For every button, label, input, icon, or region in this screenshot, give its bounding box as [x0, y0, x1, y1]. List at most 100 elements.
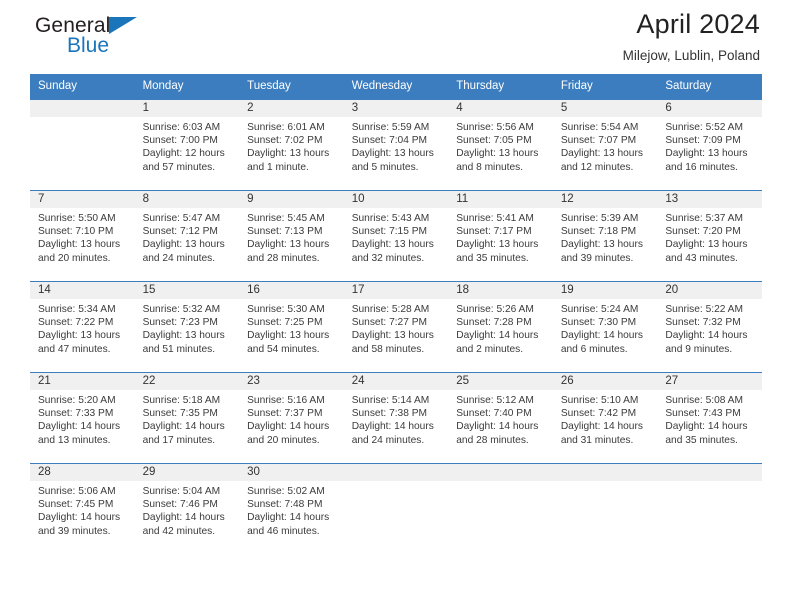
daylight-duration-line1: Daylight: 14 hours [351, 421, 434, 433]
daylight-duration-line2: and 24 minutes. [142, 252, 216, 264]
calendar-day-cell[interactable] [657, 463, 762, 548]
calendar-day-cell[interactable]: 24 Sunrise: 5:14 AM Sunset: 7:38 PM Dayligh… [343, 372, 449, 464]
day-number: 13 [657, 191, 762, 208]
day-details: Sunrise: 5:34 AM Sunset: 7:22 PM Daylight:… [30, 299, 135, 356]
daylight-duration-line1: Daylight: 13 hours [351, 239, 434, 251]
sunrise-time: Sunrise: 5:18 AM [142, 395, 221, 406]
sunrise-time: Sunrise: 5:34 AM [38, 304, 116, 315]
sunset-time: Sunset: 7:48 PM [247, 499, 323, 511]
sunset-time: Sunset: 7:13 PM [247, 226, 323, 238]
daylight-duration-line2: and 5 minutes. [351, 161, 419, 173]
sunrise-time: Sunrise: 5:54 AM [560, 122, 639, 133]
day-details: Sunrise: 5:54 AM Sunset: 7:07 PM Daylight:… [553, 117, 658, 174]
daylight-duration-line2: and 13 minutes. [38, 434, 111, 446]
calendar-day-cell[interactable] [30, 99, 135, 191]
sunset-time: Sunset: 7:12 PM [142, 226, 218, 238]
calendar-day-cell[interactable]: 2 Sunrise: 6:01 AM Sunset: 7:02 PM Daylight… [239, 99, 344, 191]
calendar-day-cell[interactable]: 10 Sunrise: 5:43 AM Sunset: 7:15 PM Dayligh… [343, 190, 449, 282]
calendar-day-cell[interactable]: 20 Sunrise: 5:22 AM Sunset: 7:32 PM Dayligh… [657, 281, 762, 373]
sunrise-time: Sunrise: 5:14 AM [351, 395, 430, 406]
calendar-day-empty [30, 100, 135, 190]
calendar-day-cell[interactable]: 18 Sunrise: 5:26 AM Sunset: 7:28 PM Dayligh… [448, 281, 553, 373]
sunset-time: Sunset: 7:33 PM [38, 408, 114, 420]
sunset-time: Sunset: 7:23 PM [142, 317, 218, 329]
calendar-day-cell[interactable] [552, 463, 658, 548]
calendar-day-cell[interactable]: 13 Sunrise: 5:37 AM Sunset: 7:20 PM Dayligh… [657, 190, 762, 282]
daylight-duration-line2: and 58 minutes. [351, 343, 425, 355]
sunrise-time: Sunrise: 5:04 AM [142, 486, 221, 497]
calendar-day-content: 10 Sunrise: 5:43 AM Sunset: 7:15 PM Dayligh… [343, 191, 449, 281]
day-number: 9 [239, 191, 344, 208]
calendar-day-cell[interactable]: 14 Sunrise: 5:34 AM Sunset: 7:22 PM Dayligh… [30, 281, 135, 373]
calendar-day-cell[interactable] [343, 463, 449, 548]
calendar-day-cell[interactable]: 12 Sunrise: 5:39 AM Sunset: 7:18 PM Dayligh… [552, 190, 658, 282]
calendar-day-cell[interactable]: 19 Sunrise: 5:24 AM Sunset: 7:30 PM Dayligh… [552, 281, 658, 373]
weekday-header-thursday: Thursday [448, 74, 553, 100]
daylight-duration-line1: Daylight: 13 hours [247, 330, 330, 342]
calendar-day-empty [448, 464, 553, 548]
day-number: 17 [343, 282, 449, 299]
page-subtitle: Milejow, Lublin, Poland [622, 48, 760, 63]
calendar-day-content: 26 Sunrise: 5:10 AM Sunset: 7:42 PM Dayligh… [552, 373, 658, 463]
calendar-day-cell[interactable]: 7 Sunrise: 5:50 AM Sunset: 7:10 PM Daylight… [30, 190, 135, 282]
sunset-time: Sunset: 7:25 PM [247, 317, 323, 329]
daylight-duration-line1: Daylight: 14 hours [38, 512, 121, 524]
calendar-day-cell[interactable]: 6 Sunrise: 5:52 AM Sunset: 7:09 PM Daylight… [657, 99, 762, 191]
daylight-duration-line1: Daylight: 13 hours [456, 239, 539, 251]
sunrise-time: Sunrise: 5:12 AM [456, 395, 534, 406]
day-details: Sunrise: 5:50 AM Sunset: 7:10 PM Daylight:… [30, 208, 135, 265]
calendar-day-cell[interactable]: 8 Sunrise: 5:47 AM Sunset: 7:12 PM Daylight… [134, 190, 240, 282]
calendar-day-cell[interactable]: 4 Sunrise: 5:56 AM Sunset: 7:05 PM Daylight… [448, 99, 553, 191]
general-blue-logo[interactable]: General Blue [35, 14, 215, 66]
day-number: 24 [343, 373, 449, 390]
calendar-day-cell[interactable]: 16 Sunrise: 5:30 AM Sunset: 7:25 PM Dayligh… [239, 281, 344, 373]
calendar-day-cell[interactable]: 26 Sunrise: 5:10 AM Sunset: 7:42 PM Dayligh… [552, 372, 658, 464]
daylight-duration-line1: Daylight: 13 hours [142, 330, 225, 342]
daylight-duration-line1: Daylight: 14 hours [456, 421, 539, 433]
day-number [343, 464, 449, 481]
calendar-day-cell[interactable]: 27 Sunrise: 5:08 AM Sunset: 7:43 PM Dayligh… [657, 372, 762, 464]
day-details: Sunrise: 5:37 AM Sunset: 7:20 PM Daylight:… [657, 208, 762, 265]
calendar-day-cell[interactable]: 1 Sunrise: 6:03 AM Sunset: 7:00 PM Daylight… [134, 99, 240, 191]
calendar-day-cell[interactable]: 3 Sunrise: 5:59 AM Sunset: 7:04 PM Daylight… [343, 99, 449, 191]
day-number: 6 [657, 100, 762, 117]
calendar-day-cell[interactable]: 9 Sunrise: 5:45 AM Sunset: 7:13 PM Daylight… [239, 190, 344, 282]
day-number: 8 [134, 191, 240, 208]
calendar-week-row: 7 Sunrise: 5:50 AM Sunset: 7:10 PM Daylight… [30, 190, 762, 282]
sunrise-time: Sunrise: 5:22 AM [665, 304, 743, 315]
sunrise-time: Sunrise: 5:43 AM [351, 213, 430, 224]
daylight-duration-line2: and 17 minutes. [142, 434, 216, 446]
day-details: Sunrise: 5:20 AM Sunset: 7:33 PM Daylight:… [30, 390, 135, 447]
calendar-day-cell[interactable]: 22 Sunrise: 5:18 AM Sunset: 7:35 PM Dayligh… [134, 372, 240, 464]
calendar-day-cell[interactable]: 5 Sunrise: 5:54 AM Sunset: 7:07 PM Daylight… [552, 99, 658, 191]
day-number: 2 [239, 100, 344, 117]
daylight-duration-line2: and 28 minutes. [247, 252, 320, 264]
calendar-day-cell[interactable]: 23 Sunrise: 5:16 AM Sunset: 7:37 PM Dayligh… [239, 372, 344, 464]
calendar-day-cell[interactable]: 17 Sunrise: 5:28 AM Sunset: 7:27 PM Dayligh… [343, 281, 449, 373]
sunrise-time: Sunrise: 5:56 AM [456, 122, 534, 133]
calendar-day-cell[interactable]: 29 Sunrise: 5:04 AM Sunset: 7:46 PM Dayligh… [134, 463, 240, 548]
day-details: Sunrise: 5:14 AM Sunset: 7:38 PM Daylight:… [344, 390, 449, 447]
calendar-day-content: 18 Sunrise: 5:26 AM Sunset: 7:28 PM Dayligh… [448, 282, 553, 372]
calendar-day-cell[interactable]: 30 Sunrise: 5:02 AM Sunset: 7:48 PM Dayligh… [239, 463, 344, 548]
day-details: Sunrise: 5:39 AM Sunset: 7:18 PM Daylight:… [553, 208, 658, 265]
calendar-day-cell[interactable] [448, 463, 553, 548]
daylight-duration-line1: Daylight: 14 hours [560, 330, 643, 342]
sunset-time: Sunset: 7:40 PM [456, 408, 532, 420]
daylight-duration-line1: Daylight: 14 hours [142, 421, 225, 433]
daylight-duration-line2: and 46 minutes. [247, 525, 320, 537]
calendar-day-content: 20 Sunrise: 5:22 AM Sunset: 7:32 PM Dayligh… [657, 282, 762, 372]
daylight-duration-line1: Daylight: 13 hours [351, 148, 434, 160]
calendar-day-cell[interactable]: 25 Sunrise: 5:12 AM Sunset: 7:40 PM Dayligh… [448, 372, 553, 464]
calendar-day-cell[interactable]: 15 Sunrise: 5:32 AM Sunset: 7:23 PM Dayligh… [134, 281, 240, 373]
calendar-day-cell[interactable]: 21 Sunrise: 5:20 AM Sunset: 7:33 PM Dayligh… [30, 372, 135, 464]
calendar-day-cell[interactable]: 11 Sunrise: 5:41 AM Sunset: 7:17 PM Dayligh… [448, 190, 553, 282]
sunrise-time: Sunrise: 5:24 AM [560, 304, 639, 315]
day-details: Sunrise: 5:41 AM Sunset: 7:17 PM Daylight:… [448, 208, 553, 265]
calendar-day-cell[interactable]: 28 Sunrise: 5:06 AM Sunset: 7:45 PM Dayligh… [30, 463, 135, 548]
page-header: General Blue April 2024 Milejow, Lublin,… [30, 0, 762, 74]
daylight-duration-line1: Daylight: 13 hours [351, 330, 434, 342]
day-details: Sunrise: 5:28 AM Sunset: 7:27 PM Daylight:… [344, 299, 449, 356]
day-details: Sunrise: 6:01 AM Sunset: 7:02 PM Daylight:… [239, 117, 344, 174]
sunset-time: Sunset: 7:10 PM [38, 226, 114, 238]
